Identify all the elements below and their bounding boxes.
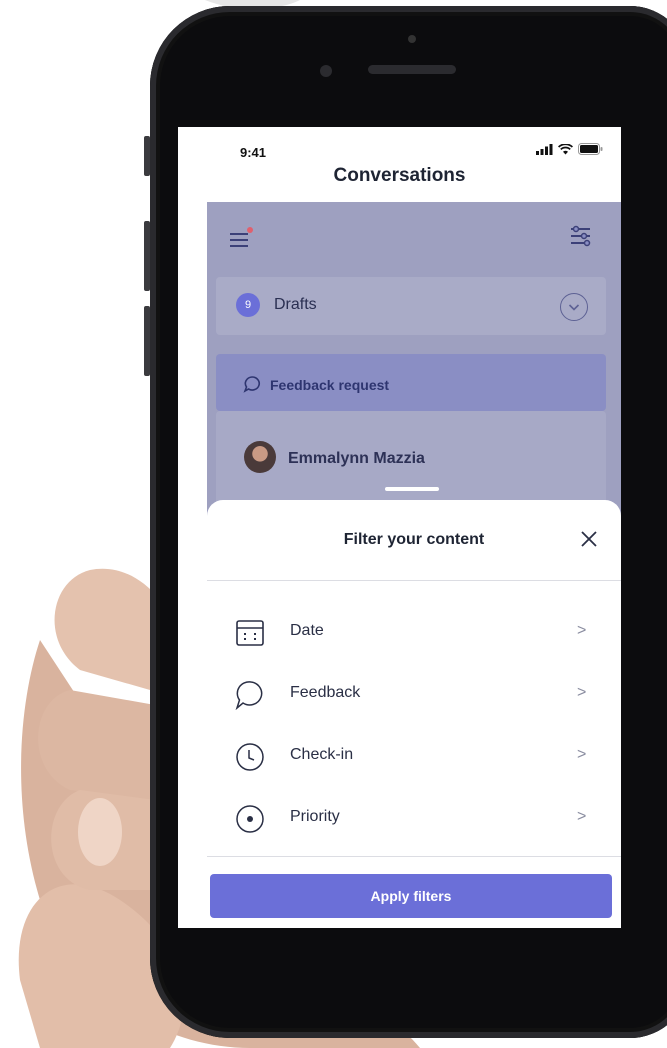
chevron-right-icon: >	[577, 808, 587, 825]
expand-drafts-button[interactable]	[560, 293, 588, 321]
drafts-count-badge: 9	[236, 293, 260, 317]
clock-icon	[236, 743, 264, 771]
sheet-title: Filter your content	[343, 531, 485, 548]
chat-bubble-small-icon	[243, 376, 261, 393]
chevron-right-icon: >	[577, 622, 587, 639]
sheet-bottom-divider	[207, 856, 621, 857]
status-time: 9:41	[240, 145, 267, 160]
filter-row-feedback[interactable]: Feedback >	[207, 667, 621, 723]
radio-dot-icon	[236, 805, 264, 833]
apply-filters-button[interactable]: Apply filters	[210, 874, 612, 918]
filter-bottom-sheet: Filter your content Date > Feedback > Ch…	[207, 500, 621, 928]
sheet-drag-handle[interactable]	[385, 487, 439, 491]
chat-bubble-icon	[235, 681, 263, 710]
status-bar: 9:41 Conversations	[178, 127, 621, 202]
volume-up-button	[144, 221, 150, 291]
filter-row-label: Date	[290, 622, 324, 639]
filter-row-check-in[interactable]: Check-in >	[207, 729, 621, 785]
mute-switch	[144, 136, 150, 176]
filter-row-label: Priority	[290, 808, 340, 825]
hamburger-menu-icon[interactable]	[230, 227, 254, 249]
drafts-label: Drafts	[274, 296, 317, 313]
status-icons	[536, 143, 603, 155]
earpiece-speaker	[368, 65, 456, 74]
signal-icon	[536, 143, 553, 155]
sheet-divider	[207, 580, 621, 581]
phone-sensor	[408, 35, 416, 43]
chevron-right-icon: >	[577, 746, 587, 763]
volume-down-button	[144, 306, 150, 376]
person-name: Emmalynn Mazzia	[288, 450, 425, 467]
chevron-down-icon	[568, 304, 580, 311]
close-icon[interactable]	[580, 530, 598, 548]
wifi-icon	[558, 143, 573, 154]
filter-row-priority[interactable]: Priority >	[207, 791, 621, 847]
battery-icon	[578, 143, 603, 155]
filter-row-label: Feedback	[290, 684, 361, 701]
feedback-request-label: Feedback request	[270, 377, 390, 393]
avatar	[244, 441, 276, 473]
front-camera	[320, 65, 332, 77]
phone-screen: 9:41 Conversations 9 Drafts Feedback req…	[178, 127, 621, 928]
calendar-icon	[236, 620, 264, 646]
filter-row-label: Check-in	[290, 746, 354, 763]
chevron-right-icon: >	[577, 684, 587, 701]
filter-row-date[interactable]: Date >	[207, 605, 621, 661]
filter-settings-icon[interactable]	[570, 225, 592, 247]
page-title: Conversations	[333, 165, 466, 186]
